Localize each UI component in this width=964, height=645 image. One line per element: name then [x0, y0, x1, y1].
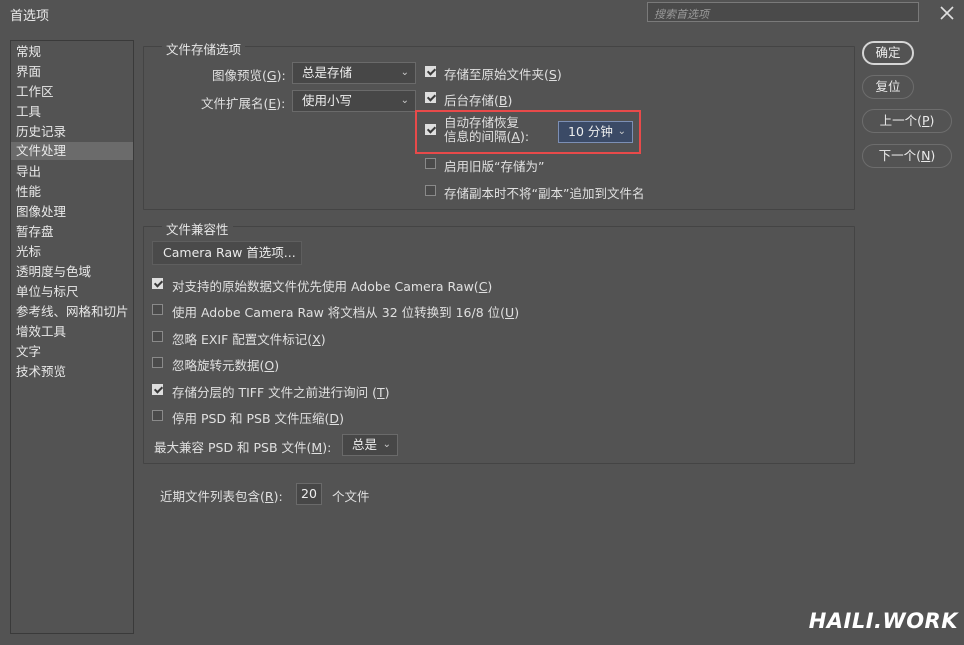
ignore-exif-label: 忽略 EXIF 配置文件标记(X) [172, 332, 326, 347]
window-title: 首选项 [10, 9, 50, 24]
close-icon[interactable] [936, 2, 958, 24]
save-to-original-label: 存储至原始文件夹(S) [444, 67, 562, 82]
recent-files-suffix: 个文件 [332, 489, 370, 504]
chevron-down-icon: ⌄ [382, 439, 391, 450]
sidebar-item-type[interactable]: 文字 [11, 343, 133, 361]
chevron-down-icon: ⌄ [400, 95, 409, 106]
legacy-save-as-checkbox[interactable] [425, 158, 436, 169]
chevron-down-icon: ⌄ [617, 126, 626, 137]
convert-32bit-label: 使用 Adobe Camera Raw 将文档从 32 位转换到 16/8 位(… [172, 305, 520, 320]
legacy-save-as-label: 启用旧版“存储为” [444, 159, 545, 174]
max-compat-select[interactable]: 总是 ⌄ [342, 434, 398, 456]
sidebar-item-tools[interactable]: 工具 [11, 103, 133, 121]
file-extension-label: 文件扩展名(E): [201, 96, 286, 111]
save-to-original-checkbox[interactable] [425, 66, 436, 77]
ignore-rotation-checkbox[interactable] [152, 357, 163, 368]
convert-32bit-checkbox[interactable] [152, 304, 163, 315]
ask-tiff-layers-label: 存储分层的 TIFF 文件之前进行询问 (T) [172, 385, 390, 400]
file-extension-select[interactable]: 使用小写 ⌄ [292, 90, 416, 112]
disable-psd-compression-label: 停用 PSD 和 PSB 文件压缩(D) [172, 411, 344, 426]
sidebar-item-cursors[interactable]: 光标 [11, 243, 133, 261]
sidebar-item-workspace[interactable]: 工作区 [11, 83, 133, 101]
sidebar-item-history[interactable]: 历史记录 [11, 123, 133, 141]
image-preview-select[interactable]: 总是存储 ⌄ [292, 62, 416, 84]
sidebar-item-units[interactable]: 单位与标尺 [11, 283, 133, 301]
auto-save-interval-select[interactable]: 10 分钟 ⌄ [558, 121, 633, 143]
sidebar-item-scratch-disks[interactable]: 暂存盘 [11, 223, 133, 241]
auto-save-checkbox[interactable] [425, 124, 436, 135]
prefer-camera-raw-label: 对支持的原始数据文件优先使用 Adobe Camera Raw(C) [172, 279, 493, 294]
sidebar-item-performance[interactable]: 性能 [11, 183, 133, 201]
prefer-camera-raw-checkbox[interactable] [152, 278, 163, 289]
auto-save-label: 自动存储恢复 信息的间隔(A): [444, 115, 530, 144]
file-compat-legend: 文件兼容性 [162, 219, 233, 238]
file-save-legend: 文件存储选项 [162, 39, 246, 58]
camera-raw-prefs-button[interactable]: Camera Raw 首选项... [152, 241, 302, 265]
ask-tiff-layers-checkbox[interactable] [152, 384, 163, 395]
sidebar-item-image-processing[interactable]: 图像处理 [11, 203, 133, 221]
sidebar-item-guides[interactable]: 参考线、网格和切片 [11, 303, 133, 321]
next-button[interactable]: 下一个(N) [862, 144, 952, 168]
reset-button[interactable]: 复位 [862, 75, 914, 99]
recent-files-input[interactable]: 20 [296, 483, 322, 505]
image-preview-label: 图像预览(G): [212, 68, 286, 83]
sidebar-item-tech-preview[interactable]: 技术预览 [11, 363, 133, 381]
sidebar-item-export[interactable]: 导出 [11, 163, 133, 181]
sidebar-item-interface[interactable]: 界面 [11, 63, 133, 81]
ignore-rotation-label: 忽略旋转元数据(O) [172, 358, 280, 373]
background-save-checkbox[interactable] [425, 92, 436, 103]
watermark: HAILI.WORK [808, 609, 958, 633]
ok-button[interactable]: 确定 [862, 41, 914, 65]
sidebar-item-plugins[interactable]: 增效工具 [11, 323, 133, 341]
background-save-label: 后台存储(B) [444, 93, 513, 108]
sidebar-item-transparency[interactable]: 透明度与色域 [11, 263, 133, 281]
search-input[interactable]: 搜索首选项 [647, 2, 919, 22]
disable-psd-compression-checkbox[interactable] [152, 410, 163, 421]
no-copy-suffix-checkbox[interactable] [425, 185, 436, 196]
sidebar-item-file-handling[interactable]: 文件处理 [11, 142, 133, 160]
prev-button[interactable]: 上一个(P) [862, 109, 952, 133]
sidebar-item-general[interactable]: 常规 [11, 43, 133, 61]
recent-files-label: 近期文件列表包含(R): [160, 489, 283, 504]
no-copy-suffix-label: 存储副本时不将“副本”追加到文件名 [444, 186, 645, 201]
max-compat-label: 最大兼容 PSD 和 PSB 文件(M): [154, 440, 332, 455]
sidebar: 常规 界面 工作区 工具 历史记录 文件处理 导出 性能 图像处理 暂存盘 光标… [10, 40, 134, 634]
chevron-down-icon: ⌄ [400, 67, 409, 78]
ignore-exif-checkbox[interactable] [152, 331, 163, 342]
